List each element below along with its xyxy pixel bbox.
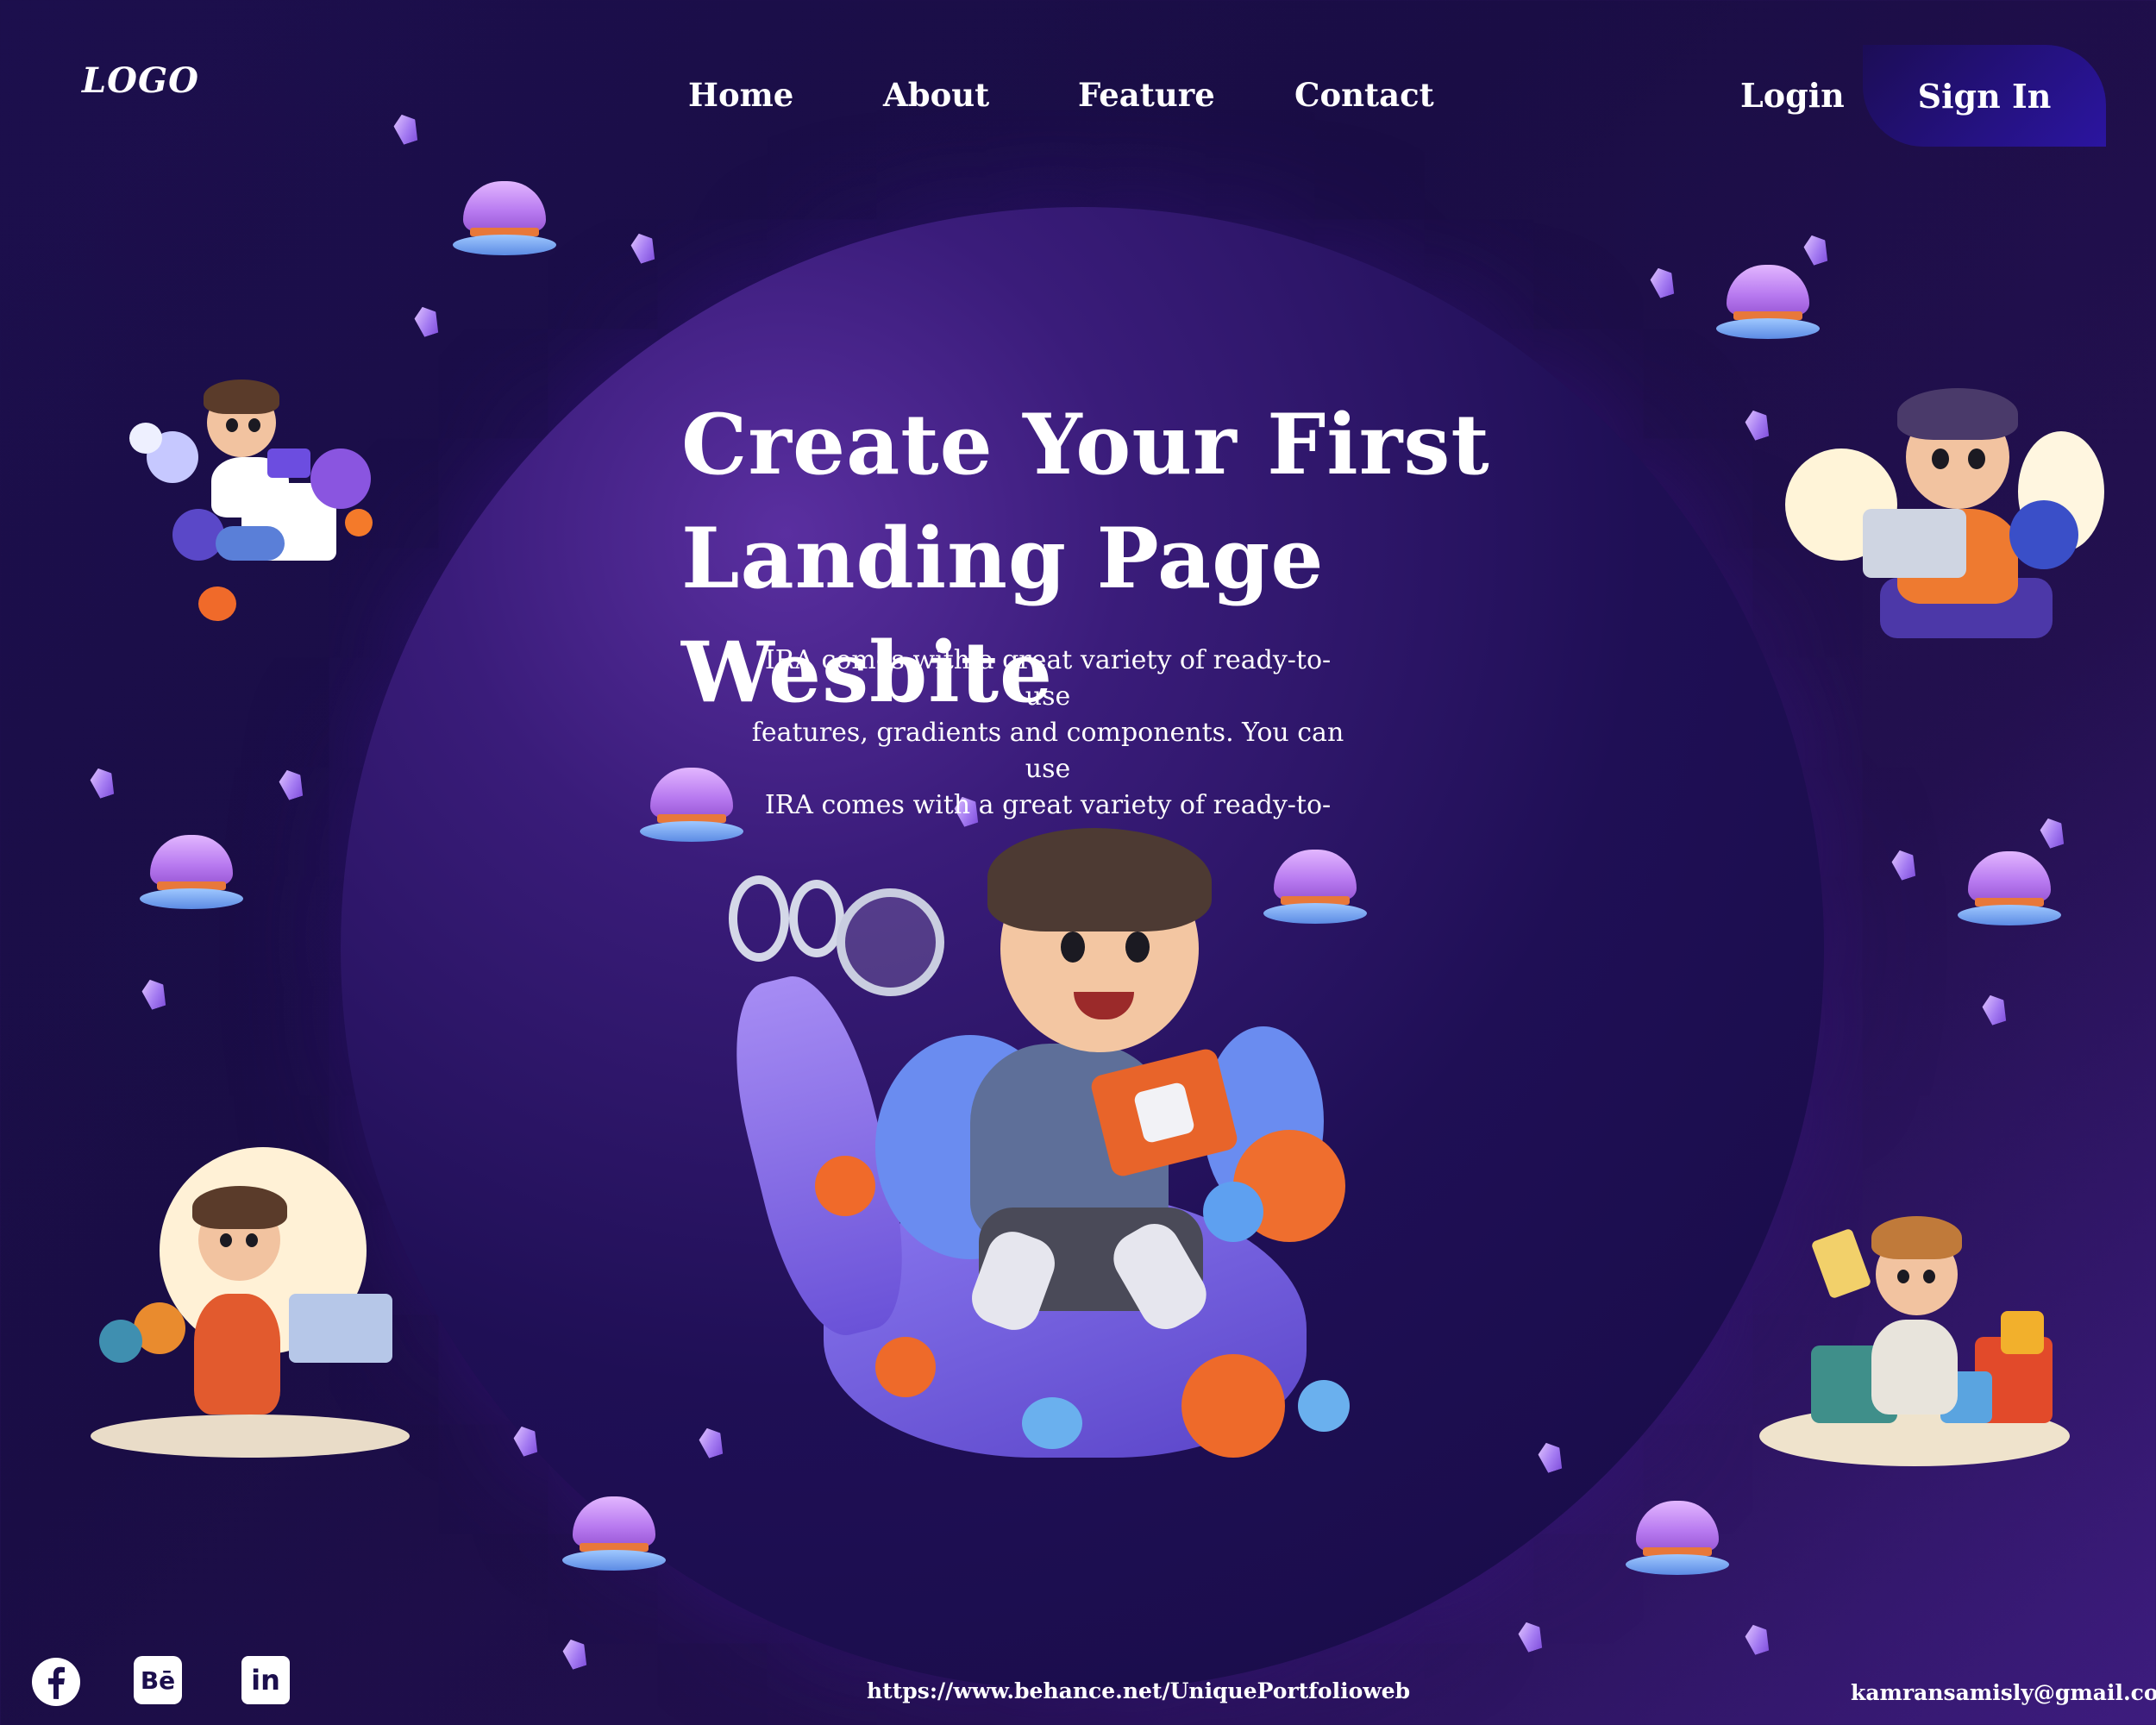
nav-link-contact[interactable]: Contact	[1294, 76, 1434, 114]
crystal-decoration	[276, 767, 306, 801]
crystal-decoration	[87, 765, 117, 800]
sign-in-button[interactable]: Sign In	[1863, 45, 2106, 147]
crystal-decoration	[1889, 847, 1919, 881]
jelly-decoration	[1626, 1501, 1729, 1587]
crystal-decoration	[139, 976, 169, 1011]
hero-desc-line-1: IRA comes with a great variety of ready-…	[764, 645, 1332, 712]
portfolio-link[interactable]: https://www.behance.net/UniquePortfoliow…	[867, 1678, 1410, 1703]
character-painter-illustration	[91, 1147, 418, 1466]
jelly-decoration	[140, 835, 243, 921]
logo[interactable]: LOGO	[82, 60, 199, 101]
nav-link-feature[interactable]: Feature	[1078, 76, 1215, 114]
nav-link-about[interactable]: About	[883, 76, 989, 114]
character-toys-illustration	[1759, 1208, 2078, 1501]
crystal-decoration	[1647, 265, 1677, 299]
linkedin-icon[interactable]: in	[241, 1656, 293, 1708]
hero-description: IRA comes with a great variety of ready-…	[750, 643, 1345, 824]
crystal-decoration	[560, 1636, 590, 1671]
behance-icon[interactable]: Bē	[134, 1656, 185, 1708]
sign-in-label: Sign In	[1917, 76, 2052, 116]
crystal-decoration	[628, 230, 658, 265]
jelly-decoration	[562, 1496, 666, 1583]
contact-email: kamransamisly@gmail.com	[1851, 1680, 2156, 1705]
jelly-decoration	[1716, 265, 1820, 351]
crystal-decoration	[1515, 1619, 1545, 1653]
nav-link-home[interactable]: Home	[688, 76, 793, 114]
hero-desc-line-2: features, gradients and components. You …	[751, 718, 1344, 784]
character-laptop-illustration	[1777, 380, 2122, 656]
hero-desc-line-3: IRA comes with a great variety of ready-…	[764, 790, 1332, 820]
behance-label: Bē	[140, 1665, 176, 1695]
jelly-decoration	[1958, 851, 2061, 938]
linkedin-label: in	[251, 1664, 280, 1697]
jelly-decoration	[453, 181, 556, 267]
crystal-decoration	[391, 111, 421, 146]
crystal-decoration	[1801, 232, 1831, 267]
crystal-decoration	[411, 304, 442, 338]
crystal-decoration	[1979, 992, 2009, 1026]
login-link[interactable]: Login	[1740, 76, 1845, 115]
crystal-decoration	[1742, 407, 1772, 442]
crystal-decoration	[1742, 1622, 1772, 1656]
character-tablet-illustration	[112, 328, 414, 621]
crystal-decoration	[2037, 815, 2067, 850]
hero-title-line-1: Create Your First	[681, 396, 1490, 493]
facebook-icon[interactable]	[30, 1656, 82, 1708]
hero-character-illustration	[712, 828, 1479, 1484]
